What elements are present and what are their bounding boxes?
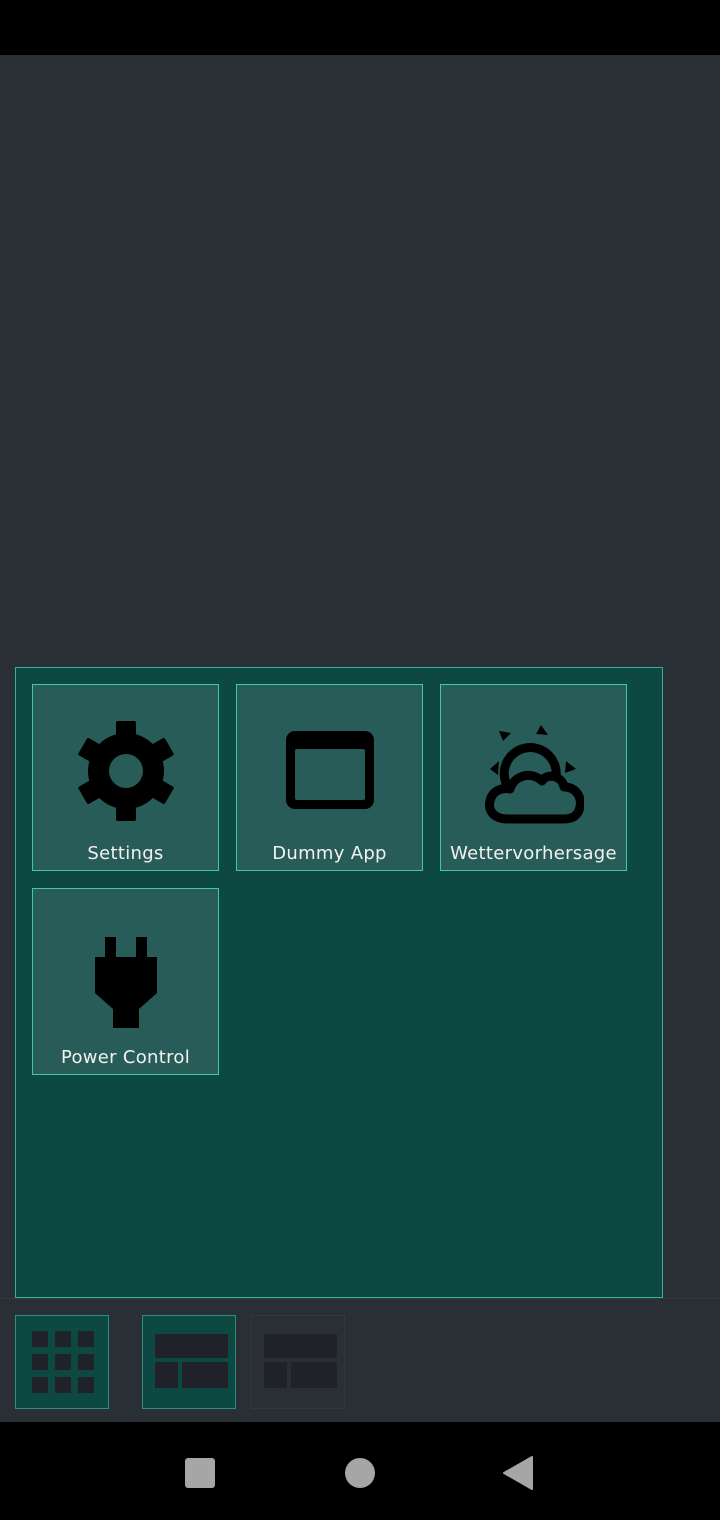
recents-square-icon[interactable]	[183, 1456, 217, 1490]
plug-icon	[76, 925, 176, 1035]
page-switcher-bar	[0, 1298, 720, 1422]
gear-icon	[76, 721, 176, 831]
app-launcher-panel: Settings Dummy App Wettervorhersage Powe…	[15, 667, 663, 1298]
app-tile-settings[interactable]: Settings	[32, 684, 219, 871]
layout-icon	[264, 1334, 337, 1388]
app-label: Settings	[87, 843, 164, 864]
app-tile-power-control[interactable]: Power Control	[32, 888, 219, 1075]
cloud-sun-icon	[484, 721, 584, 831]
system-navigation-bar	[0, 1422, 720, 1520]
app-tile-wettervorhersage[interactable]: Wettervorhersage	[440, 684, 627, 871]
layout-icon	[155, 1334, 228, 1388]
app-label: Dummy App	[272, 843, 387, 864]
grid-icon	[32, 1331, 94, 1393]
window-icon	[280, 721, 380, 831]
app-tile-dummy-app[interactable]: Dummy App	[236, 684, 423, 871]
app-label: Power Control	[60, 1047, 191, 1068]
layout-view-button[interactable]	[142, 1315, 236, 1409]
status-bar	[0, 0, 720, 55]
layout-view-button-2[interactable]	[251, 1315, 345, 1409]
home-circle-icon[interactable]	[343, 1456, 377, 1490]
back-triangle-icon[interactable]	[501, 1456, 535, 1490]
grid-view-button[interactable]	[15, 1315, 109, 1409]
app-label: Wettervorhersage	[450, 843, 617, 864]
